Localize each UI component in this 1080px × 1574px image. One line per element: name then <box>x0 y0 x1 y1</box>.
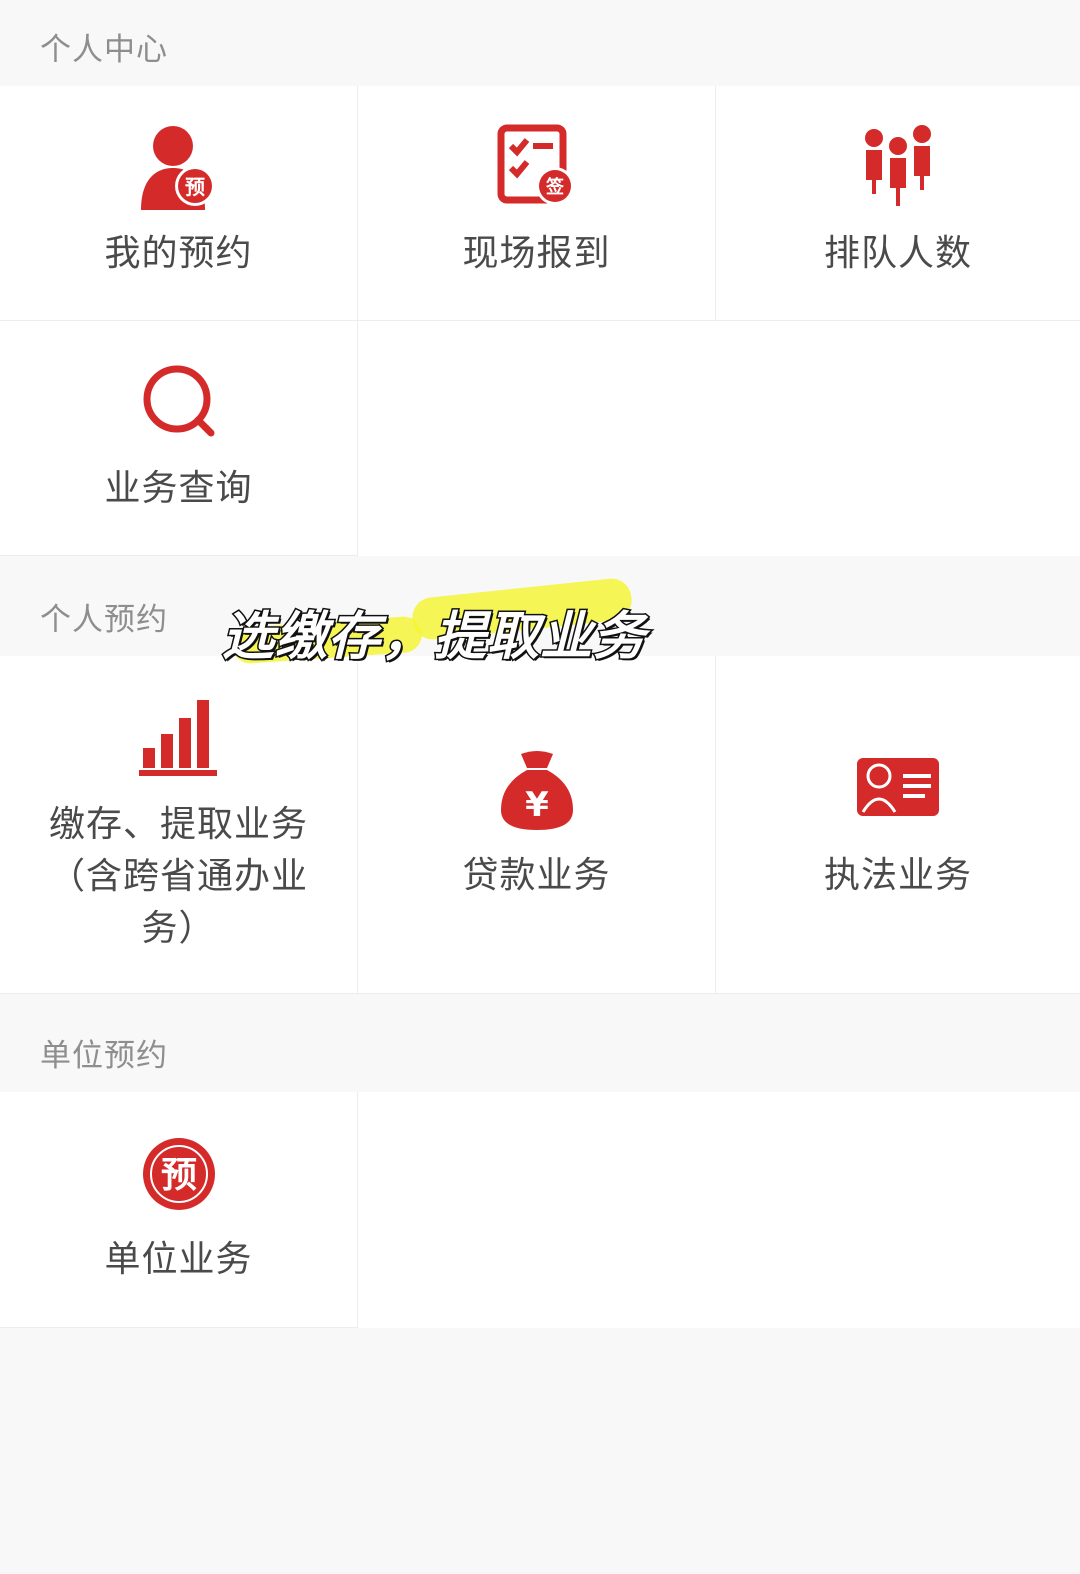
law-label: 执法业务 <box>823 855 972 896</box>
checkin-button[interactable]: 签 现场报到 <box>358 86 716 321</box>
section-header-personal-center: 个人中心 <box>0 0 1080 86</box>
queue-people-icon <box>865 125 931 206</box>
section-header-unit-booking: 单位预约 <box>0 994 1080 1092</box>
empty-area <box>358 321 1080 556</box>
overlay-caption: 选缴存，提取业务 <box>220 606 647 669</box>
personal-booking-grid: 缴存、提取业务 （含跨省通办业 务） ¥ 贷款业务 执法业务 <box>0 656 1080 994</box>
loan-button[interactable]: ¥ 贷款业务 <box>358 656 716 994</box>
empty-area <box>358 1092 1080 1328</box>
unit-business-button[interactable]: 预 单位业务 <box>0 1092 358 1328</box>
deposit-label-line1: 缴存、提取业务 <box>48 804 308 845</box>
queue-label: 排队人数 <box>823 233 972 274</box>
booking-seal-icon: 预 <box>142 1138 215 1210</box>
checkin-label: 现场报到 <box>462 233 611 274</box>
query-button[interactable]: 业务查询 <box>0 321 358 556</box>
queue-button[interactable]: 排队人数 <box>716 86 1080 321</box>
money-bag-icon: ¥ <box>500 751 573 830</box>
deposit-withdraw-button[interactable]: 缴存、提取业务 （含跨省通办业 务） <box>0 656 358 994</box>
deposit-label-line3: 务） <box>141 908 216 949</box>
unit-booking-grid: 预 单位业务 <box>0 1092 1080 1328</box>
user-booking-icon: 预 <box>140 126 215 210</box>
bar-chart-icon <box>138 700 217 776</box>
my-booking-label: 我的预约 <box>104 233 253 274</box>
section-title: 个人预约 <box>40 602 168 638</box>
section-title: 单位预约 <box>40 1038 168 1074</box>
svg-text:签: 签 <box>545 176 565 198</box>
svg-text:¥: ¥ <box>525 785 549 825</box>
loan-label: 贷款业务 <box>462 855 611 896</box>
deposit-label-line2: （含跨省通办业 <box>48 856 308 897</box>
unit-business-label: 单位业务 <box>104 1239 253 1280</box>
svg-text:预: 预 <box>185 175 205 199</box>
svg-text:预: 预 <box>160 1155 196 1196</box>
search-icon <box>143 365 214 437</box>
section-title: 个人中心 <box>40 32 168 68</box>
my-booking-button[interactable]: 预 我的预约 <box>0 86 358 321</box>
checklist-sign-icon: 签 <box>497 124 574 205</box>
personal-center-grid: 预 我的预约 签 现场报到 排队人数 业务查询 <box>0 86 1080 556</box>
id-card-icon <box>857 758 939 816</box>
law-enforcement-button[interactable]: 执法业务 <box>716 656 1080 994</box>
query-label: 业务查询 <box>104 468 253 509</box>
